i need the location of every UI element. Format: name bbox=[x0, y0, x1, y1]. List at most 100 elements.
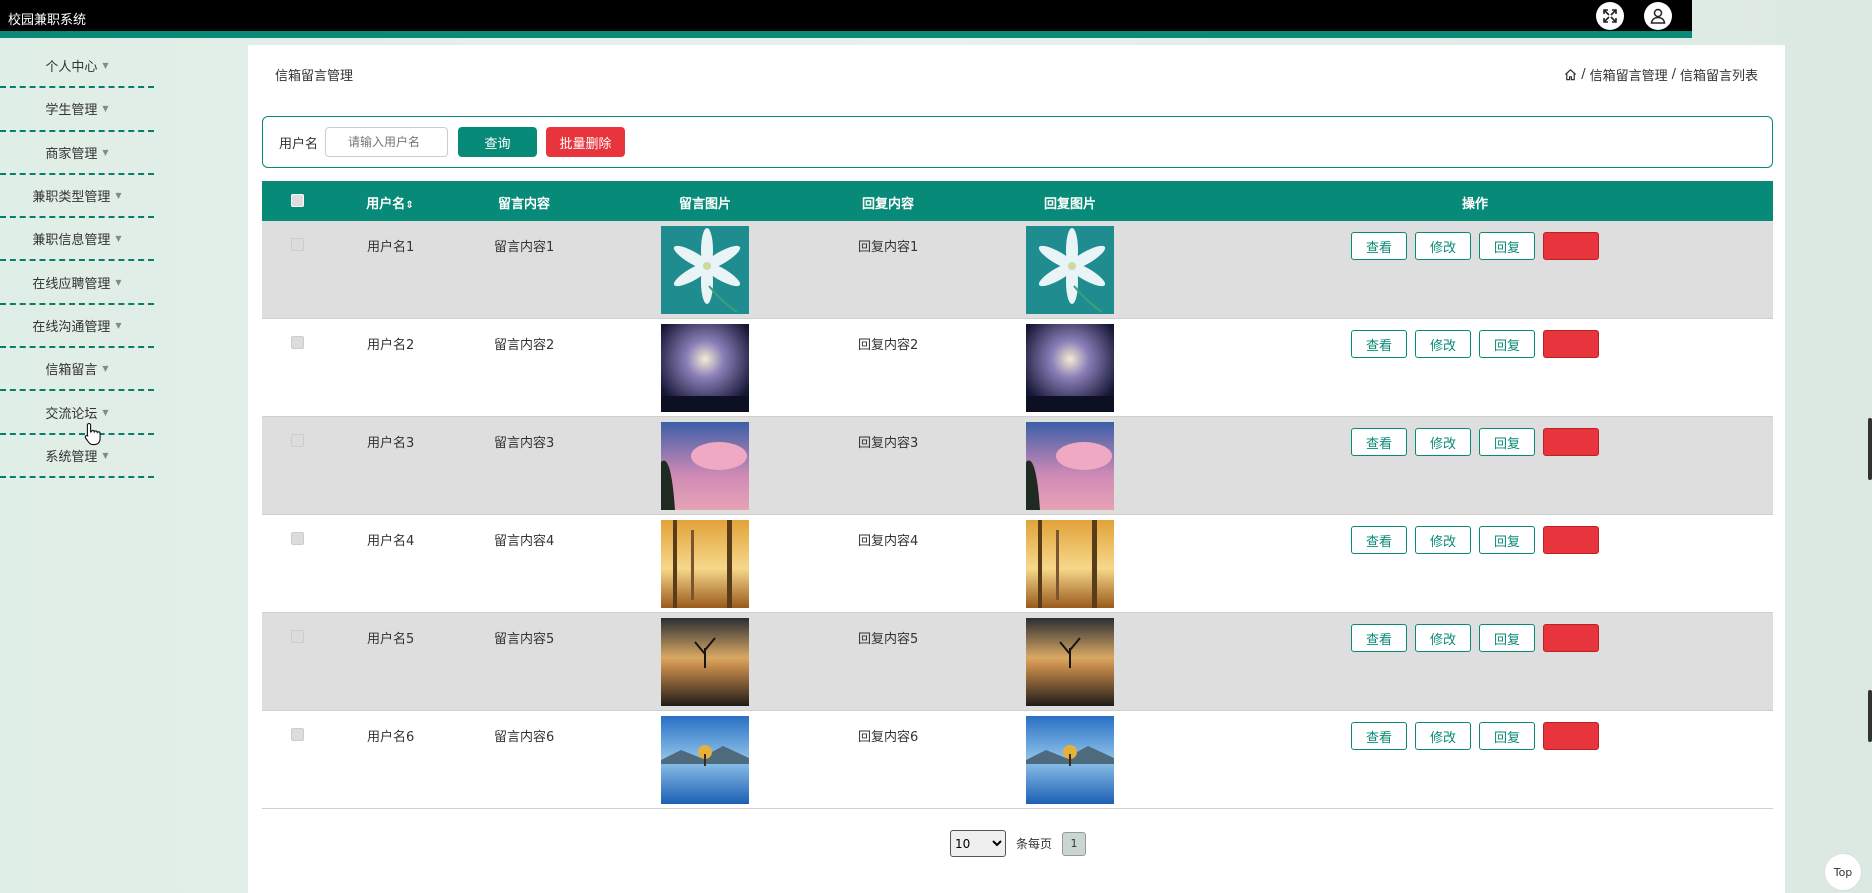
reply-image-thumbnail[interactable] bbox=[1026, 716, 1114, 804]
message-image-thumbnail[interactable] bbox=[661, 520, 749, 608]
batch-delete-button[interactable]: 批量删除 bbox=[546, 127, 625, 157]
row-actions: 查看 修改 回复 删除 bbox=[1351, 722, 1599, 750]
reply-button[interactable]: 回复 bbox=[1479, 722, 1535, 750]
sidebar-item-merchants[interactable]: 商家管理 ▼ bbox=[0, 132, 154, 175]
chevron-down-icon: ▼ bbox=[102, 147, 109, 157]
message-image-thumbnail[interactable] bbox=[661, 324, 749, 412]
delete-button[interactable]: 删除 bbox=[1543, 232, 1599, 260]
row-checkbox[interactable] bbox=[291, 630, 304, 643]
reply-button[interactable]: 回复 bbox=[1479, 526, 1535, 554]
row-checkbox[interactable] bbox=[291, 532, 304, 545]
breadcrumb-separator: / bbox=[1671, 67, 1676, 82]
sidebar-item-applications[interactable]: 在线应聘管理 ▼ bbox=[0, 261, 154, 305]
page-button-current[interactable]: 1 bbox=[1062, 831, 1087, 856]
chevron-down-icon: ▼ bbox=[102, 61, 109, 71]
chevron-down-icon: ▼ bbox=[102, 364, 109, 374]
row-actions: 查看 修改 回复 删除 bbox=[1351, 526, 1599, 554]
cell-content: 留言内容1 bbox=[494, 240, 555, 255]
select-all-checkbox[interactable] bbox=[291, 194, 304, 207]
content-panel: 信箱留言管理 / 信箱留言管理 / 信箱留言列表 用户名 查询 批量删除 用户名… bbox=[248, 45, 1785, 893]
fullscreen-icon bbox=[1603, 9, 1617, 23]
view-button[interactable]: 查看 bbox=[1351, 428, 1407, 456]
page-title: 信箱留言管理 bbox=[275, 69, 354, 84]
sidebar-item-label: 兼职类型管理 bbox=[32, 190, 111, 206]
delete-button[interactable]: 删除 bbox=[1543, 624, 1599, 652]
query-button[interactable]: 查询 bbox=[458, 127, 537, 157]
sidebar-item-label: 个人中心 bbox=[45, 60, 98, 76]
scroll-marker bbox=[1868, 418, 1872, 480]
cell-username: 用户名1 bbox=[367, 240, 415, 255]
message-image-thumbnail[interactable] bbox=[661, 618, 749, 706]
row-actions: 查看 修改 回复 删除 bbox=[1351, 330, 1599, 358]
edit-button[interactable]: 修改 bbox=[1415, 428, 1471, 456]
edit-button[interactable]: 修改 bbox=[1415, 526, 1471, 554]
reply-image-thumbnail[interactable] bbox=[1026, 226, 1114, 314]
row-checkbox[interactable] bbox=[291, 728, 304, 741]
chevron-down-icon: ▼ bbox=[115, 320, 122, 330]
column-header-username[interactable]: 用户名⇕ bbox=[366, 193, 413, 212]
delete-button[interactable]: 删除 bbox=[1543, 330, 1599, 358]
view-button[interactable]: 查看 bbox=[1351, 526, 1407, 554]
table-row: 用户名2 留言内容2 回复内容2 查看 修改 回复 删除 bbox=[262, 319, 1773, 417]
view-button[interactable]: 查看 bbox=[1351, 232, 1407, 260]
edit-button[interactable]: 修改 bbox=[1415, 232, 1471, 260]
reply-image-thumbnail[interactable] bbox=[1026, 618, 1114, 706]
edit-button[interactable]: 修改 bbox=[1415, 722, 1471, 750]
cell-content: 留言内容2 bbox=[494, 338, 555, 353]
table-row: 用户名3 留言内容3 回复内容3 查看 修改 回复 删除 bbox=[262, 417, 1773, 515]
sidebar-item-forum[interactable]: 交流论坛 ▼ bbox=[0, 391, 154, 435]
sidebar-item-label: 兼职信息管理 bbox=[32, 233, 111, 249]
row-checkbox[interactable] bbox=[291, 336, 304, 349]
column-header-actions: 操作 bbox=[1461, 197, 1489, 212]
sidebar-item-students[interactable]: 学生管理 ▼ bbox=[0, 88, 154, 132]
breadcrumb-current: 信箱留言列表 bbox=[1679, 69, 1758, 84]
reply-button[interactable]: 回复 bbox=[1479, 232, 1535, 260]
user-icon bbox=[1650, 8, 1666, 24]
column-header-reply-image: 回复图片 bbox=[1043, 197, 1097, 212]
sidebar-item-label: 商家管理 bbox=[45, 146, 98, 162]
back-to-top-button[interactable]: Top bbox=[1824, 853, 1862, 891]
reply-button[interactable]: 回复 bbox=[1479, 428, 1535, 456]
sidebar-item-mailbox[interactable]: 信箱留言 ▼ bbox=[0, 348, 154, 392]
table-row: 用户名5 留言内容5 回复内容5 查看 修改 回复 删除 bbox=[262, 613, 1773, 711]
reply-image-thumbnail[interactable] bbox=[1026, 520, 1114, 608]
message-image-thumbnail[interactable] bbox=[661, 716, 749, 804]
page-size-select[interactable]: 102050100 bbox=[950, 830, 1006, 857]
delete-button[interactable]: 删除 bbox=[1543, 722, 1599, 750]
reply-image-thumbnail[interactable] bbox=[1026, 422, 1114, 510]
edit-button[interactable]: 修改 bbox=[1415, 330, 1471, 358]
row-checkbox[interactable] bbox=[291, 238, 304, 251]
cell-content: 留言内容3 bbox=[494, 436, 555, 451]
cell-reply: 回复内容3 bbox=[858, 436, 919, 451]
sidebar-item-job-types[interactable]: 兼职类型管理 ▼ bbox=[0, 175, 154, 219]
cell-username: 用户名5 bbox=[367, 632, 415, 647]
reply-image-thumbnail[interactable] bbox=[1026, 324, 1114, 412]
chevron-down-icon: ▼ bbox=[115, 277, 122, 287]
sidebar-item-personal-center[interactable]: 个人中心 ▼ bbox=[0, 45, 154, 89]
reply-button[interactable]: 回复 bbox=[1479, 330, 1535, 358]
sidebar-item-communication[interactable]: 在线沟通管理 ▼ bbox=[0, 305, 154, 349]
sidebar-item-job-info[interactable]: 兼职信息管理 ▼ bbox=[0, 218, 154, 262]
username-search-input[interactable] bbox=[325, 127, 448, 157]
message-image-thumbnail[interactable] bbox=[661, 422, 749, 510]
delete-button[interactable]: 删除 bbox=[1543, 526, 1599, 554]
sidebar: 个人中心 ▼ 学生管理 ▼ 商家管理 ▼ 兼职类型管理 ▼ 兼职信息管理 ▼ 在线应聘管理… bbox=[0, 45, 154, 478]
sidebar-item-label: 在线应聘管理 bbox=[32, 276, 111, 292]
view-button[interactable]: 查看 bbox=[1351, 624, 1407, 652]
cell-username: 用户名6 bbox=[367, 730, 415, 745]
row-checkbox[interactable] bbox=[291, 434, 304, 447]
table-row: 用户名6 留言内容6 回复内容6 查看 修改 回复 删除 bbox=[262, 711, 1773, 809]
delete-button[interactable]: 删除 bbox=[1543, 428, 1599, 456]
edit-button[interactable]: 修改 bbox=[1415, 624, 1471, 652]
user-menu-button[interactable] bbox=[1644, 2, 1672, 30]
reply-button[interactable]: 回复 bbox=[1479, 624, 1535, 652]
message-image-thumbnail[interactable] bbox=[661, 226, 749, 314]
home-icon[interactable] bbox=[1564, 68, 1577, 81]
column-header-content: 留言内容 bbox=[497, 197, 551, 212]
sidebar-item-system[interactable]: 系统管理 ▼ bbox=[0, 435, 154, 478]
fullscreen-button[interactable] bbox=[1596, 2, 1624, 30]
breadcrumb-item[interactable]: 信箱留言管理 bbox=[1590, 65, 1668, 84]
view-button[interactable]: 查看 bbox=[1351, 330, 1407, 358]
row-actions: 查看 修改 回复 删除 bbox=[1351, 428, 1599, 456]
view-button[interactable]: 查看 bbox=[1351, 722, 1407, 750]
